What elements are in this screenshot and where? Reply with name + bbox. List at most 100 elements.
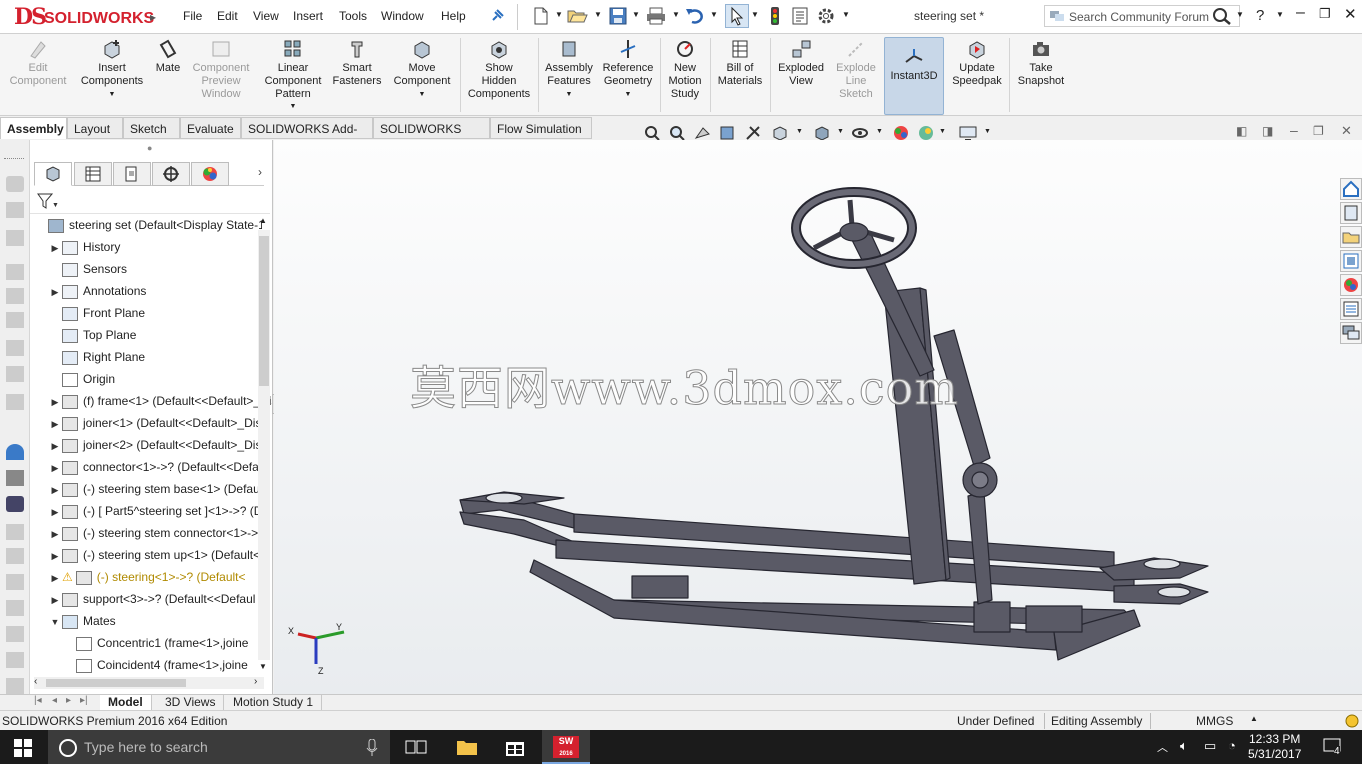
section-tool-icon[interactable] xyxy=(6,288,24,304)
close-icon[interactable]: ✕ xyxy=(1344,5,1357,23)
spring-tool-icon[interactable] xyxy=(6,678,24,694)
view-settings-dropdown-icon[interactable]: ▼ xyxy=(984,128,991,135)
tab-model[interactable]: Model xyxy=(100,695,152,711)
panel-tabs-more-icon[interactable]: › xyxy=(258,165,262,179)
tree-expander-icon[interactable]: ▶ xyxy=(48,545,62,566)
tree-row[interactable]: Sensors xyxy=(48,258,276,280)
solidworks-logo[interactable]: DS SOLIDWORKS xyxy=(14,4,154,32)
viewport-close-icon[interactable]: ✕ xyxy=(1341,123,1352,139)
tree-expander-icon[interactable]: ▶ xyxy=(48,391,62,412)
action-center-button[interactable]: 4 xyxy=(1322,736,1346,758)
new-dropdown-icon[interactable]: ▼ xyxy=(555,10,563,19)
smart-tool-icon[interactable] xyxy=(6,524,24,540)
tree-expander-icon[interactable]: ▶ xyxy=(48,237,62,258)
task-view-icon[interactable] xyxy=(404,736,428,758)
edit-component-button[interactable]: Edit Component xyxy=(5,38,71,88)
cut-tool-icon[interactable] xyxy=(6,366,24,382)
solidworks-taskbar-button[interactable]: SW 2016 xyxy=(542,730,590,764)
fastener-tool-icon[interactable] xyxy=(6,230,24,246)
rebuild-tag-icon[interactable] xyxy=(1344,713,1360,729)
insert-dropdown-icon[interactable]: ▼ xyxy=(74,88,150,101)
tree-expander-icon[interactable]: ▶ xyxy=(48,435,62,456)
tree-row[interactable]: ▶ (-) [ Part5^steering set ]<1>->? (D xyxy=(48,500,276,522)
custom-properties-icon[interactable] xyxy=(1340,298,1362,320)
update-speedpak-button[interactable]: Update Speedpak xyxy=(948,38,1006,88)
propertymanager-tab[interactable] xyxy=(74,162,112,186)
menu-help[interactable]: Help xyxy=(441,9,466,23)
tab-evaluate[interactable]: Evaluate xyxy=(180,117,241,139)
tab-solidworks-addins[interactable]: SOLIDWORKS Add-Ins xyxy=(241,117,373,158)
appearances-icon[interactable] xyxy=(1340,274,1362,296)
tab-nav-prev-icon[interactable]: ◂ xyxy=(52,695,57,706)
search-input[interactable]: Search Community Forum xyxy=(1044,5,1240,27)
tree-row[interactable]: ▶ (-) steering stem connector<1>-> xyxy=(48,522,276,544)
restore-icon[interactable]: ❐ xyxy=(1319,6,1331,22)
tree-row[interactable]: ▶ connector<1>->? (Default<<Defa xyxy=(48,456,276,478)
new-document-icon[interactable] xyxy=(530,6,552,26)
tree-row[interactable]: ▶ ⚠ (-) steering<1>->? (Default< xyxy=(48,566,276,588)
tree-expander-icon[interactable]: ▶ xyxy=(48,457,62,478)
microphone-icon[interactable] xyxy=(366,739,378,757)
status-units[interactable]: MMGS xyxy=(1196,714,1233,728)
component-preview-button[interactable]: Component Preview Window xyxy=(186,38,256,101)
menu-insert[interactable]: Insert xyxy=(293,9,323,23)
taskbar-search-input[interactable]: Type here to search xyxy=(48,730,390,764)
viewport-restore-icon[interactable]: ❐ xyxy=(1313,124,1324,138)
filter-icon[interactable]: ▼ xyxy=(36,192,58,210)
tree-row[interactable]: ▶ (-) steering stem base<1> (Defaul xyxy=(48,478,276,500)
explode-line-sketch-button[interactable]: Explode Line Sketch xyxy=(831,38,881,101)
instant3d-tool-icon[interactable] xyxy=(6,496,24,512)
options-dropdown-icon[interactable]: ▼ xyxy=(842,10,850,19)
scroll-right-icon[interactable]: › xyxy=(254,676,257,687)
menu-file[interactable]: File xyxy=(183,9,202,23)
pattern-tool-icon[interactable] xyxy=(6,264,24,280)
windows-start-icon[interactable] xyxy=(14,739,32,757)
tree-expander-icon[interactable]: ▶ xyxy=(48,479,62,500)
open-dropdown-icon[interactable]: ▼ xyxy=(594,10,602,19)
tree-row[interactable]: ▶ (-) steering stem up<1> (Default< xyxy=(48,544,276,566)
orientation-dropdown-icon[interactable]: ▼ xyxy=(796,128,803,135)
smart-fasteners-button[interactable]: Smart Fasteners xyxy=(330,38,384,88)
open-folder-icon[interactable] xyxy=(566,6,588,26)
chain-tool-icon[interactable] xyxy=(6,626,24,642)
search-dropdown-icon[interactable]: ▼ xyxy=(1236,10,1244,19)
configurationmanager-tab[interactable] xyxy=(113,162,151,186)
viewport-tile-left-icon[interactable]: ◧ xyxy=(1236,124,1247,138)
bill-of-materials-button[interactable]: Bill of Materials xyxy=(713,38,767,88)
wifi-icon[interactable]: ◔ xyxy=(1228,738,1236,753)
instant3d-button[interactable]: Instant3D xyxy=(884,37,944,115)
options-gear-icon[interactable] xyxy=(815,6,837,26)
menu-view[interactable]: View xyxy=(253,9,279,23)
dimxpertmanager-tab[interactable] xyxy=(152,162,190,186)
tree-row[interactable]: ▼ Mates xyxy=(48,610,276,632)
tree-row[interactable]: steering set (Default<Display State-1>) xyxy=(34,214,262,236)
file-properties-icon[interactable] xyxy=(789,6,811,26)
battery-icon[interactable]: ▭ xyxy=(1204,738,1216,754)
menu-edit[interactable]: Edit xyxy=(217,9,238,23)
undo-icon[interactable] xyxy=(684,6,706,26)
pin-icon[interactable] xyxy=(490,9,504,23)
print-dropdown-icon[interactable]: ▼ xyxy=(672,10,680,19)
hide-show-dropdown-icon[interactable]: ▼ xyxy=(876,128,883,135)
tab-layout[interactable]: Layout xyxy=(67,117,123,139)
linear-pattern-button[interactable]: Linear Component Pattern ▼ xyxy=(259,38,327,113)
tray-chevron-icon[interactable]: ︿ xyxy=(1157,739,1168,755)
hole-tool-icon[interactable] xyxy=(6,340,24,356)
menu-window[interactable]: Window xyxy=(381,9,424,23)
rebuild-traffic-light-icon[interactable] xyxy=(764,6,786,26)
displaymanager-tab[interactable] xyxy=(191,162,229,186)
tree-vertical-scrollbar[interactable]: ▲ ▼ xyxy=(258,216,270,671)
tree-expander-icon[interactable]: ▶ xyxy=(48,281,62,302)
assembly-features-button[interactable]: Assembly Features ▼ xyxy=(541,38,597,101)
scene-dropdown-icon[interactable]: ▼ xyxy=(939,128,946,135)
panel-splitter-dot[interactable]: ● xyxy=(147,143,152,153)
viewport-tile-right-icon[interactable]: ◨ xyxy=(1262,124,1273,138)
solidworks-resources-icon[interactable] xyxy=(1340,178,1362,200)
tab-assembly[interactable]: Assembly xyxy=(0,117,67,139)
scroll-up-icon[interactable]: ▲ xyxy=(259,216,267,225)
explode-tool-icon[interactable] xyxy=(6,470,24,486)
tree-row[interactable]: Concentric1 (frame<1>,joine xyxy=(62,632,290,654)
units-dropdown-icon[interactable]: ▲ xyxy=(1250,714,1258,723)
tree-row[interactable]: Origin xyxy=(48,368,276,390)
component-tool-icon[interactable] xyxy=(6,202,24,218)
